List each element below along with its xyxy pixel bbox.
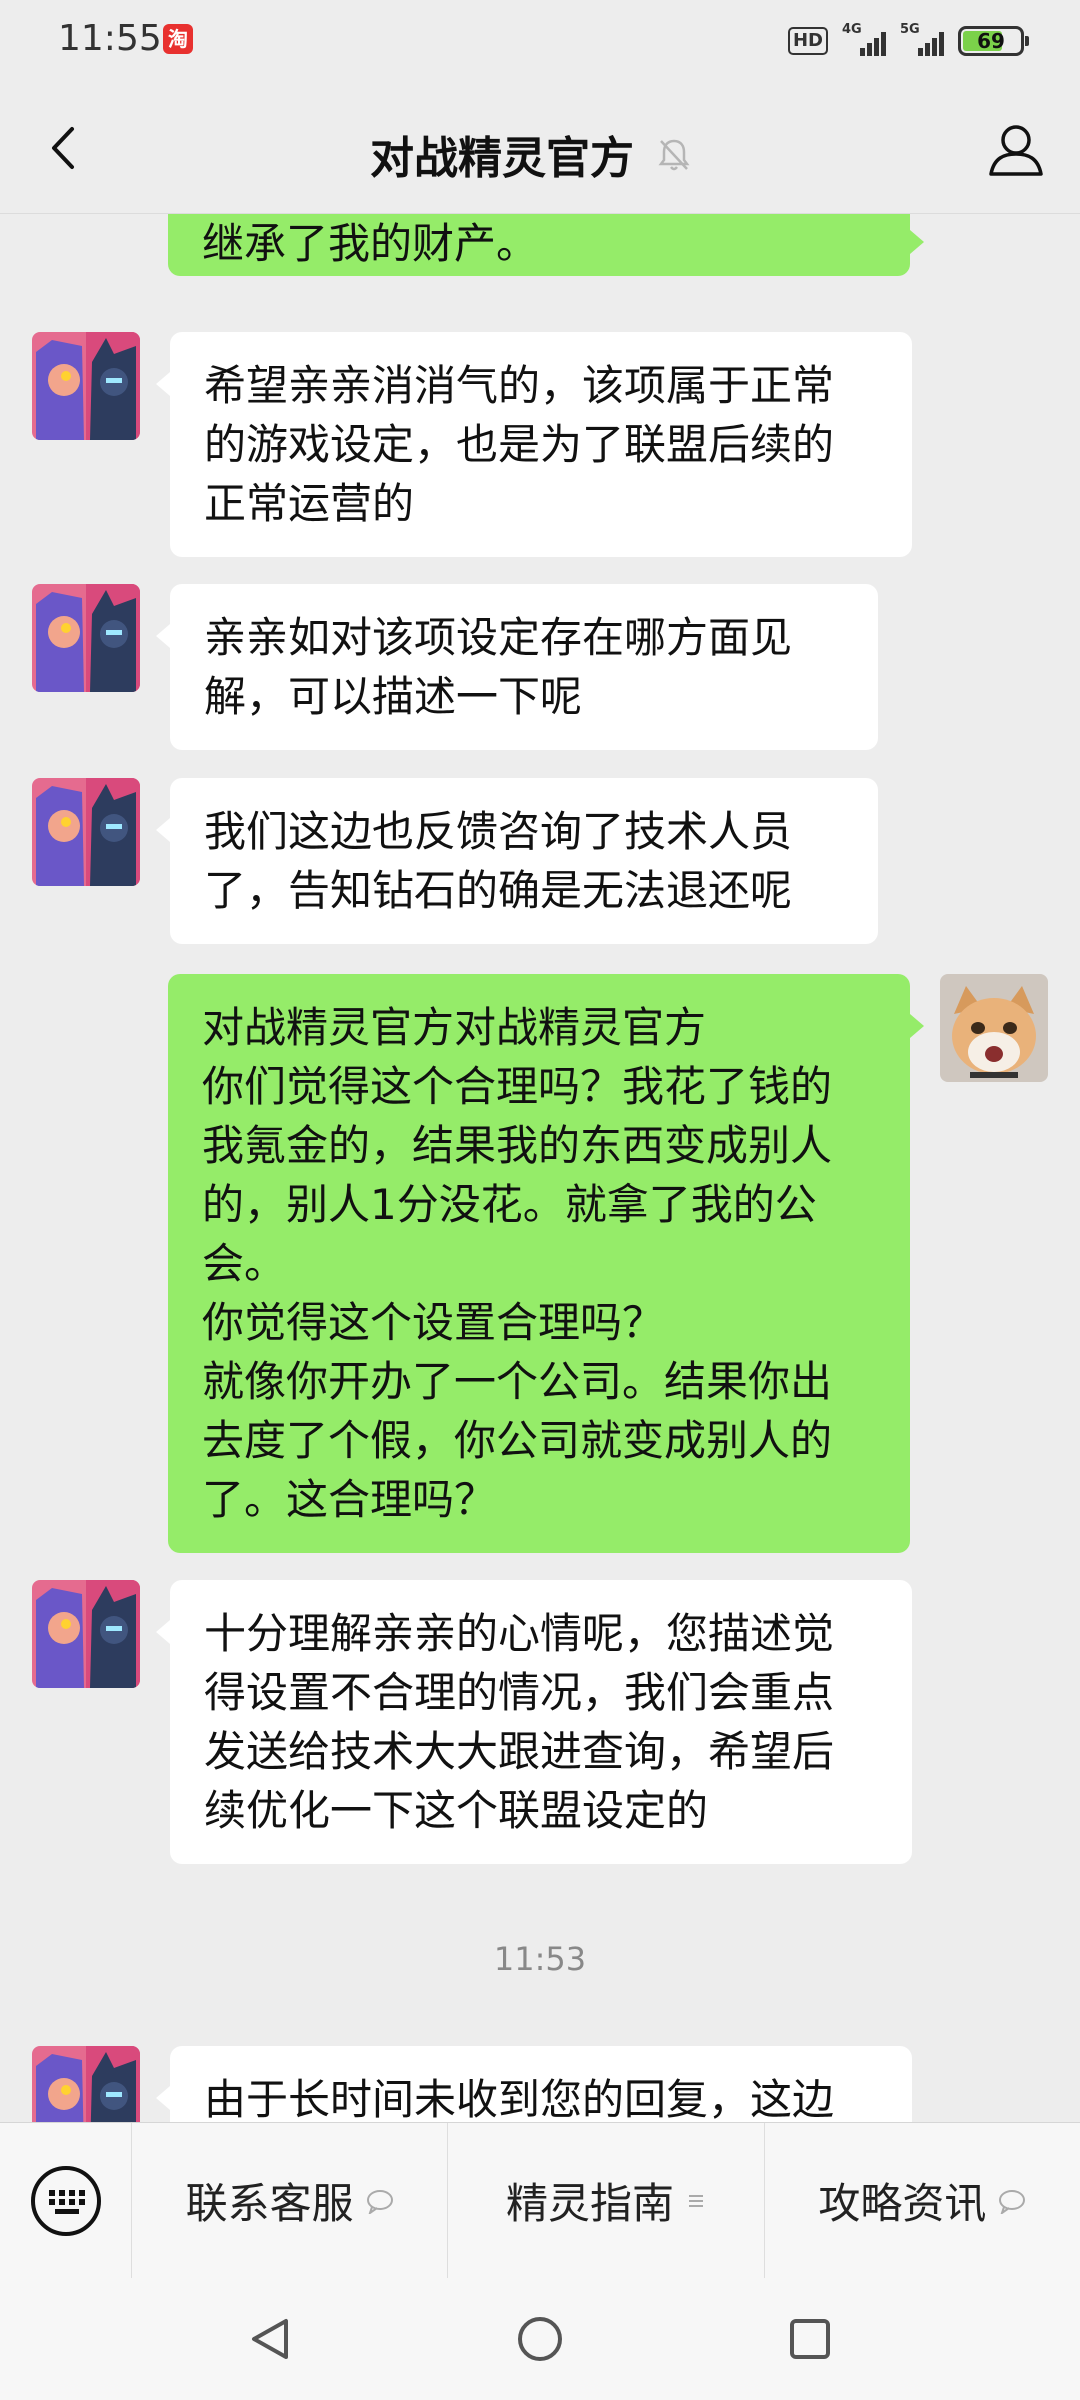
game-character-avatar-icon (32, 332, 140, 440)
triangle-back-icon (252, 2319, 288, 2359)
avatar[interactable] (32, 332, 140, 440)
taobao-notification-icon: 淘 (163, 24, 193, 54)
menu-item-label: 攻略资讯 (818, 2179, 987, 2228)
profile-button[interactable] (986, 120, 1046, 180)
message-bubble-outgoing[interactable]: 继承了我的财产。 (168, 214, 924, 276)
title-group: 对战精灵官方 (370, 122, 694, 186)
status-indicators: HD 4G 5G 69 (787, 22, 1029, 58)
battery-icon: 69 (958, 26, 1029, 56)
nav-back-button[interactable] (245, 2314, 295, 2364)
message-list[interactable]: 继承了我的财产。 希望亲亲消消气的，该项属于正常 的游戏设定，也是为了联盟后续的… (0, 214, 1080, 2122)
nav-home-button[interactable] (515, 2314, 565, 2364)
keyboard-toggle-button[interactable] (0, 2122, 132, 2279)
avatar[interactable] (32, 778, 140, 886)
square-recents-icon (790, 2319, 830, 2359)
menu-strategy-news[interactable]: 攻略资讯 (765, 2123, 1080, 2279)
message-bubble-incoming[interactable]: 希望亲亲消消气的，该项属于正常 的游戏设定，也是为了联盟后续的 正常运营的 (156, 332, 912, 557)
menu-sprite-guide[interactable]: 精灵指南 (448, 2122, 765, 2279)
message-bubble-incoming[interactable]: 我们这边也反馈咨询了技术人员 了，告知钻石的确是无法退还呢 (156, 778, 878, 944)
service-menu-bar: 联系客服 精灵指南 攻略资讯 (0, 2122, 1080, 2279)
battery-level: 69 (977, 29, 1005, 53)
game-character-avatar-icon (32, 2046, 140, 2122)
menu-contact-service[interactable]: 联系客服 (132, 2122, 449, 2279)
system-navigation-bar (0, 2278, 1080, 2400)
nav-recents-button[interactable] (785, 2314, 835, 2364)
speech-bubble-icon (366, 2189, 393, 2214)
speech-bubble-icon (999, 2189, 1026, 2214)
keyboard-icon (30, 2165, 101, 2236)
game-character-avatar-icon (32, 778, 140, 886)
list-icon (689, 2194, 703, 2207)
back-button[interactable] (36, 120, 92, 176)
cat-avatar-icon (940, 974, 1048, 1082)
mute-bell-icon (658, 139, 690, 171)
page-title: 对战精灵官方 (370, 133, 634, 184)
menu-item-label: 联系客服 (185, 2179, 354, 2228)
menu-item-label: 精灵指南 (505, 2179, 674, 2228)
my-avatar[interactable] (940, 974, 1048, 1082)
hd-volte-icon: HD (787, 27, 828, 55)
person-icon (989, 125, 1043, 176)
signal-4g-icon: 4G (842, 22, 886, 56)
message-bubble-incoming[interactable]: 十分理解亲亲的心情呢，您描述觉 得设置不合理的情况，我们会重点 发送给技术大大跟… (156, 1580, 912, 1864)
avatar[interactable] (32, 584, 140, 692)
signal-5g-icon: 5G (900, 22, 944, 56)
chat-header: 对战精灵官方 (0, 84, 1080, 214)
game-character-avatar-icon (32, 584, 140, 692)
status-bar: 11:55 淘 HD 4G 5G 69 (0, 0, 1080, 84)
message-timestamp: 11:53 (493, 1940, 587, 1978)
circle-home-icon (518, 2317, 562, 2361)
chevron-left-icon (52, 127, 74, 169)
message-bubble-outgoing[interactable]: 对战精灵官方对战精灵官方 你们觉得这个合理吗？我花了钱的 我氪金的，结果我的东西… (168, 974, 924, 1553)
message-bubble-incoming[interactable]: 由于长时间未收到您的回复，这边 (156, 2046, 912, 2122)
message-bubble-incoming[interactable]: 亲亲如对该项设定存在哪方面见 解，可以描述一下呢 (156, 584, 878, 750)
game-character-avatar-icon (32, 1580, 140, 1688)
avatar[interactable] (32, 2046, 140, 2122)
avatar[interactable] (32, 1580, 140, 1688)
status-time: 11:55 (58, 18, 162, 59)
